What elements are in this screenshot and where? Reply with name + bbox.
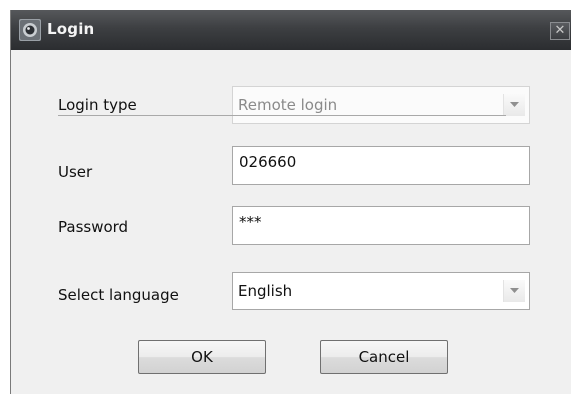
user-field[interactable]: 026660 bbox=[232, 146, 530, 185]
password-field[interactable]: *** bbox=[232, 206, 530, 245]
chevron-down-icon[interactable] bbox=[503, 280, 525, 302]
user-label: User bbox=[58, 163, 93, 181]
login-type-label: Login type bbox=[58, 96, 137, 114]
cancel-button[interactable]: Cancel bbox=[320, 340, 448, 374]
language-label: Select language bbox=[58, 286, 179, 304]
divider bbox=[58, 115, 506, 116]
login-type-select[interactable]: Remote login bbox=[232, 86, 530, 124]
chevron-down-icon[interactable] bbox=[503, 94, 525, 116]
language-value: English bbox=[238, 282, 293, 300]
close-icon[interactable]: ✕ bbox=[550, 22, 570, 40]
login-type-value: Remote login bbox=[238, 96, 338, 114]
login-dialog: Login ✕ Login type Remote login User 026… bbox=[10, 10, 571, 394]
language-select[interactable]: English bbox=[232, 272, 530, 310]
ok-button[interactable]: OK bbox=[138, 340, 266, 374]
window-title: Login bbox=[47, 20, 95, 38]
app-icon bbox=[19, 19, 41, 41]
title-bar[interactable]: Login ✕ bbox=[11, 10, 571, 50]
password-label: Password bbox=[58, 218, 129, 236]
